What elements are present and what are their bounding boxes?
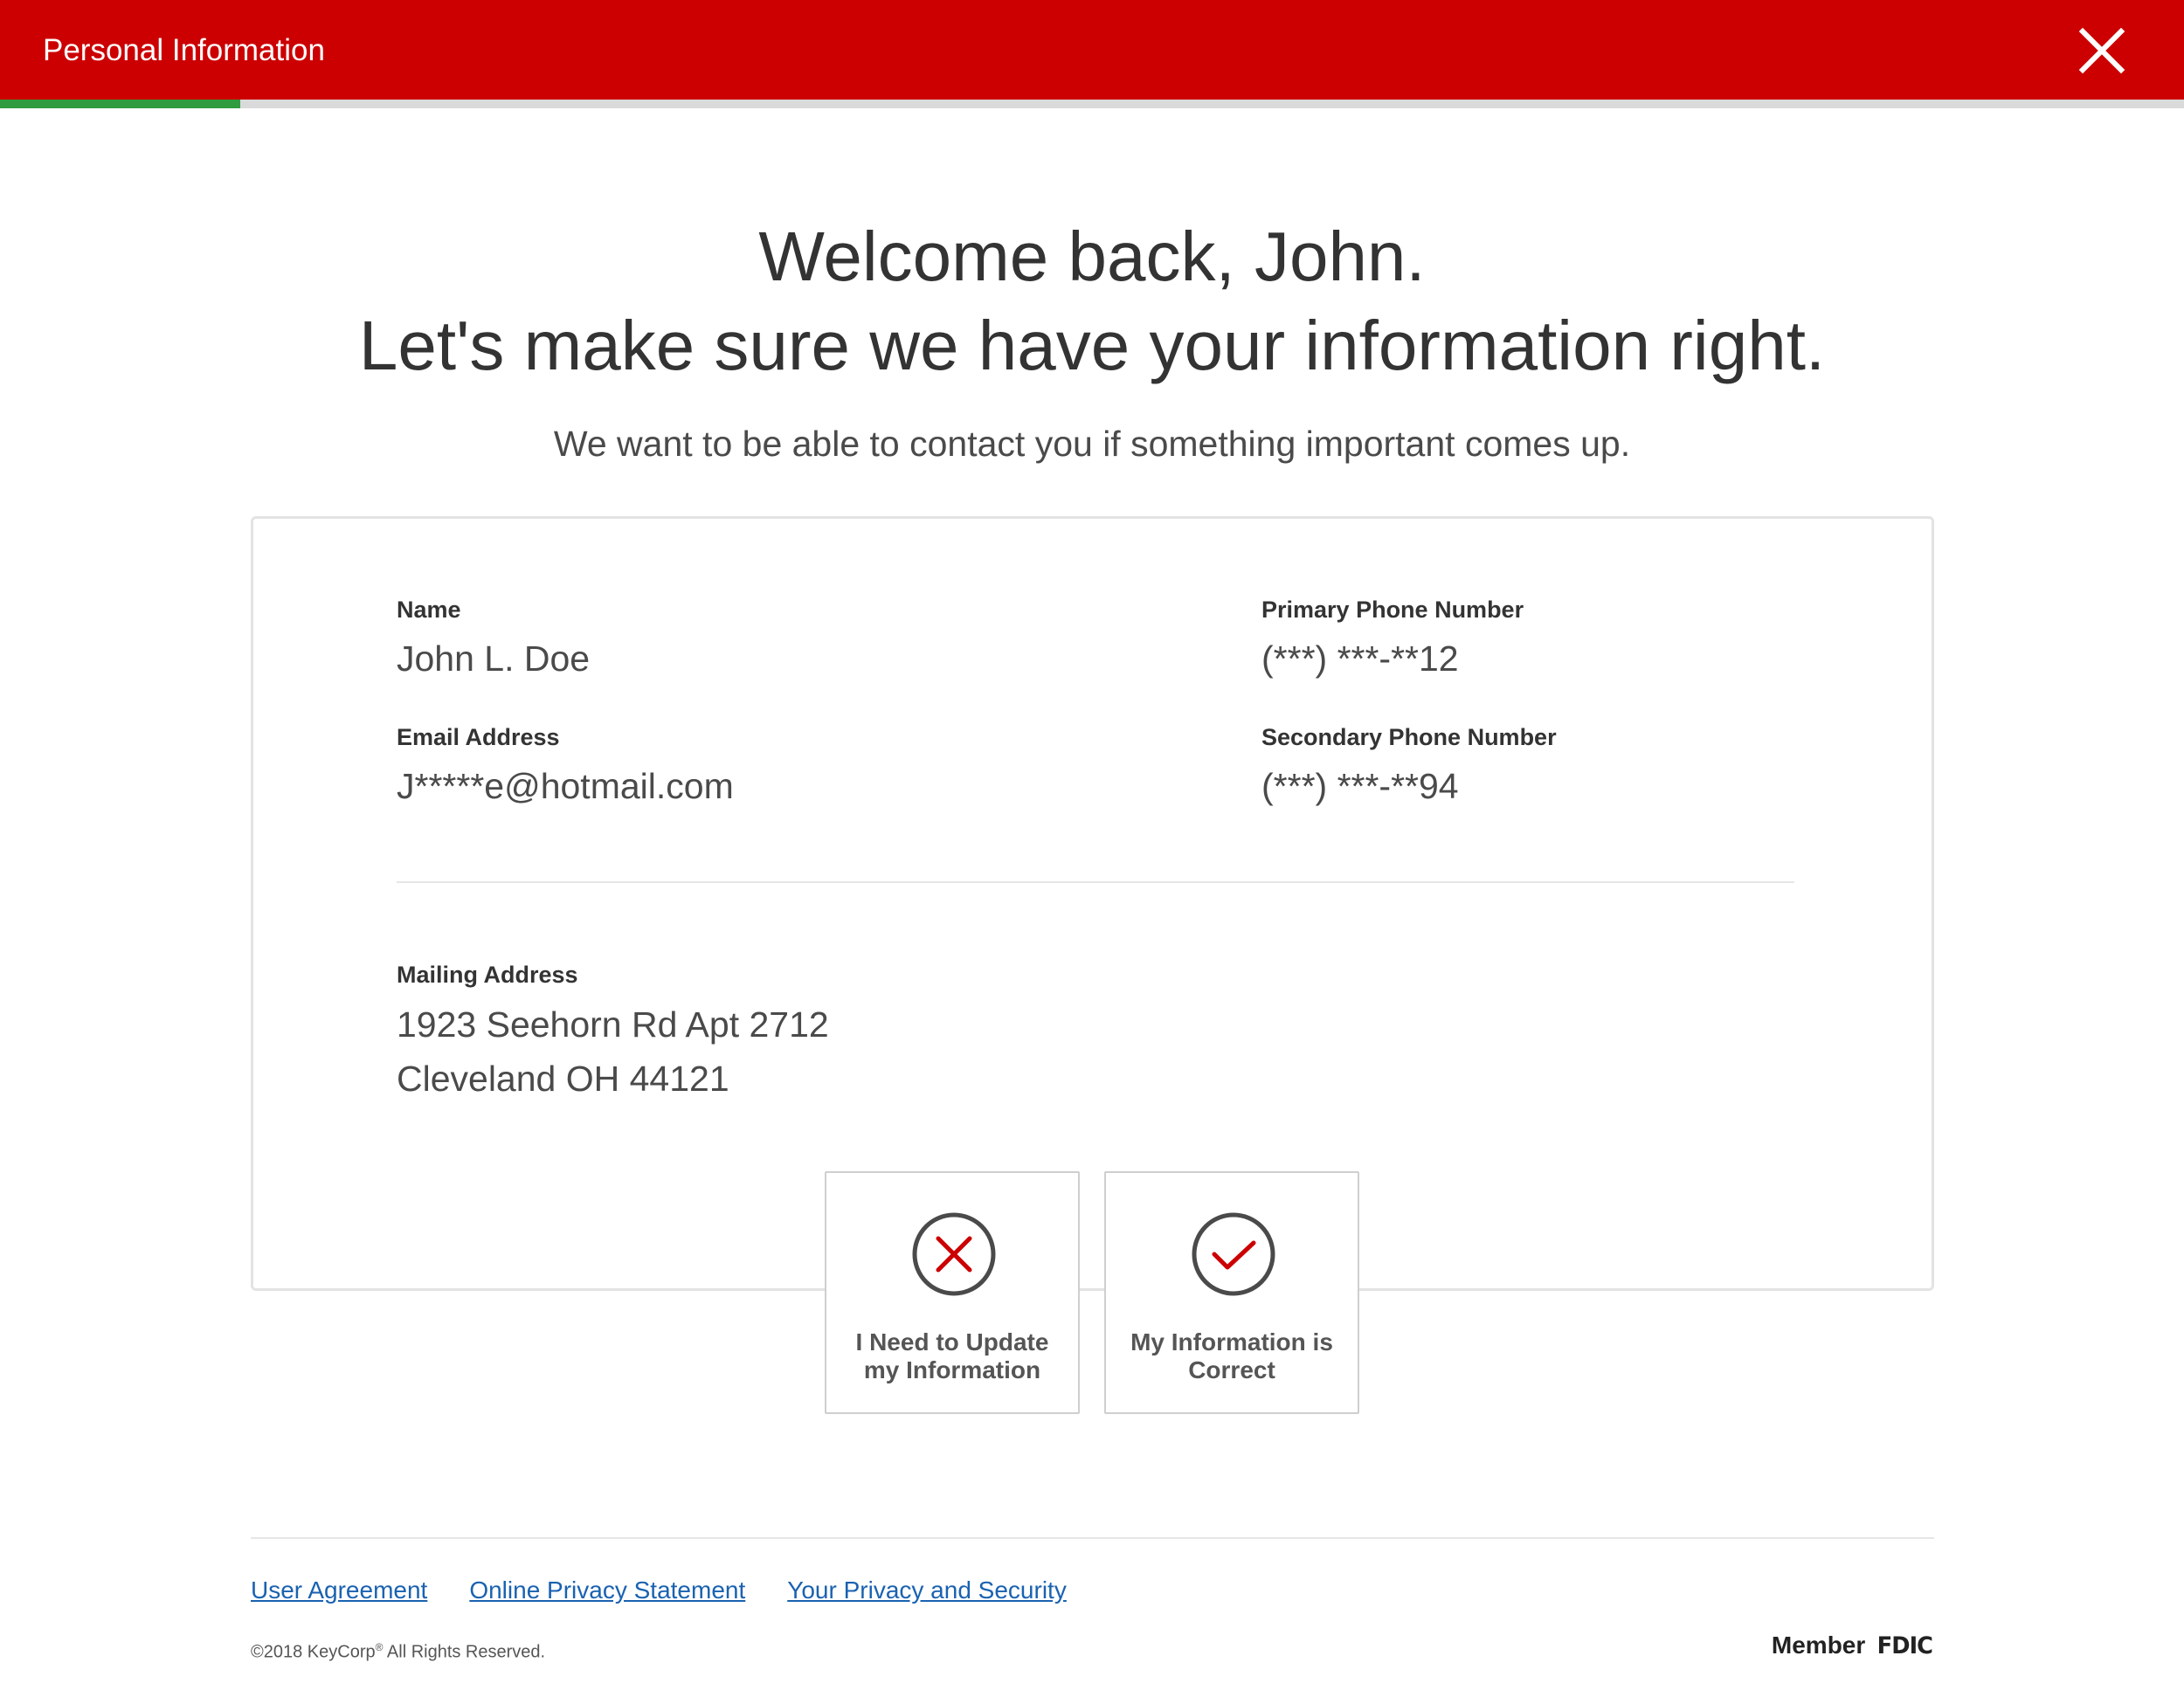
member-fdic: Member FDIC — [1772, 1630, 1934, 1662]
member-label: Member — [1771, 1632, 1866, 1659]
primary-phone-value: (***) ***-**12 — [1261, 638, 1459, 679]
copyright-text: ©2018 KeyCorp® All Rights Reserved. — [251, 1635, 545, 1665]
check-circle-icon — [1192, 1212, 1275, 1296]
email-label: Email Address — [397, 724, 560, 750]
mailing-address-line2: Cleveland OH 44121 — [397, 1059, 729, 1099]
progress-bar — [0, 100, 2184, 108]
mailing-address-field: Mailing Address 1923 Seehorn Rd Apt 2712… — [397, 959, 829, 1106]
footer-divider — [251, 1537, 1934, 1539]
fdic-logo: FDIC — [1876, 1632, 1933, 1659]
mailing-address-label: Mailing Address — [397, 962, 578, 988]
page: Personal Information Welcome back, John.… — [0, 0, 2184, 1704]
user-agreement-link[interactable]: User Agreement — [251, 1575, 427, 1606]
copyright-suffix: All Rights Reserved. — [383, 1642, 546, 1662]
section-divider — [397, 881, 1794, 883]
page-title: Personal Information — [43, 33, 325, 67]
personal-info-card: Name John L. Doe Primary Phone Number (*… — [251, 516, 1934, 1291]
update-information-label: I Need to Update my Information — [855, 1328, 1049, 1383]
name-value: John L. Doe — [397, 638, 591, 679]
verify-heading: Let's make sure we have your information… — [358, 307, 1826, 384]
progress-bar-fill — [0, 100, 240, 108]
primary-phone-label: Primary Phone Number — [1261, 597, 1524, 623]
primary-phone-field: Primary Phone Number (***) ***-**12 — [1261, 594, 1524, 683]
copyright-prefix: ©2018 KeyCorp — [251, 1642, 376, 1662]
footer-links: User Agreement Online Privacy Statement … — [251, 1575, 1067, 1606]
privacy-statement-link[interactable]: Online Privacy Statement — [469, 1575, 745, 1606]
welcome-heading: Welcome back, John. — [758, 217, 1426, 295]
update-information-button[interactable]: I Need to Update my Information — [825, 1171, 1080, 1414]
privacy-security-link[interactable]: Your Privacy and Security — [787, 1575, 1067, 1606]
email-field: Email Address J*****e@hotmail.com — [397, 721, 734, 811]
header-bar: Personal Information — [0, 0, 2184, 100]
close-button[interactable] — [2070, 19, 2133, 82]
subtitle: We want to be able to contact you if som… — [553, 424, 1631, 464]
name-label: Name — [397, 597, 461, 623]
close-icon — [2078, 27, 2125, 74]
information-correct-label: My Information is Correct — [1130, 1328, 1333, 1383]
x-circle-icon — [912, 1212, 996, 1296]
secondary-phone-label: Secondary Phone Number — [1261, 724, 1557, 750]
name-field: Name John L. Doe — [397, 594, 590, 683]
information-correct-button[interactable]: My Information is Correct — [1104, 1171, 1359, 1414]
mailing-address-line1: 1923 Seehorn Rd Apt 2712 — [397, 1004, 829, 1045]
secondary-phone-field: Secondary Phone Number (***) ***-**94 — [1261, 721, 1557, 811]
email-value: J*****e@hotmail.com — [397, 766, 734, 806]
secondary-phone-value: (***) ***-**94 — [1261, 766, 1459, 806]
